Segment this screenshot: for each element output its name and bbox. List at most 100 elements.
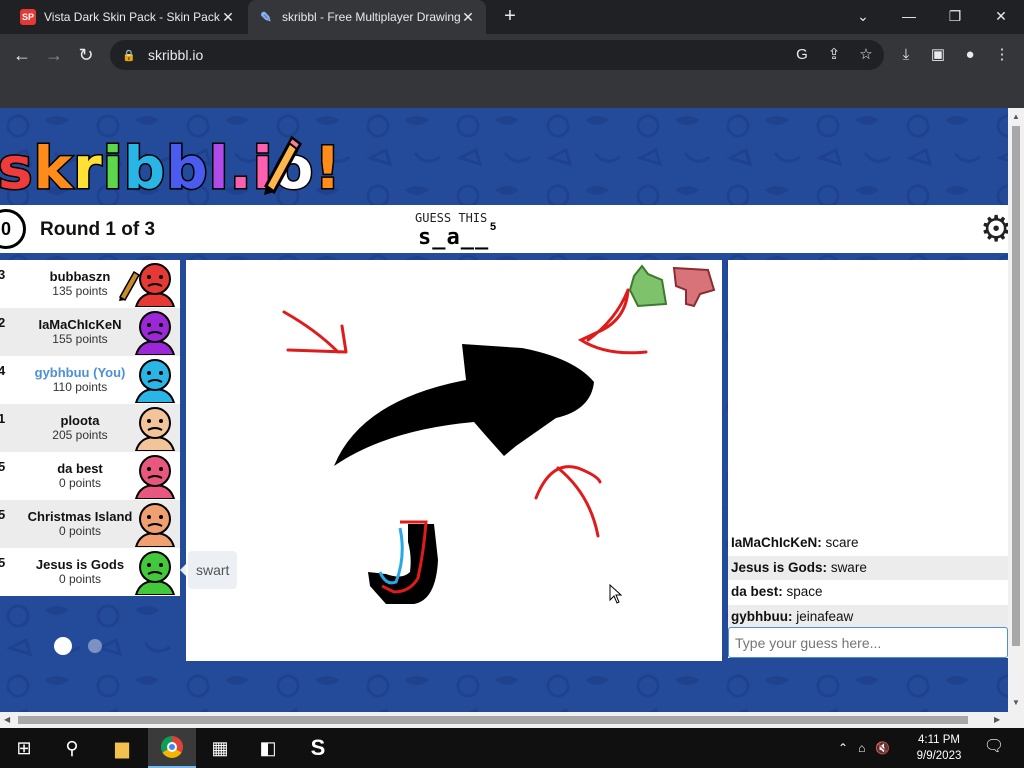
search-icon[interactable]: ⚲ — [48, 728, 96, 768]
player-rank: 5 — [0, 459, 6, 474]
chat-author: Jesus is Gods: — [731, 559, 828, 575]
last-guess-bubble: swart — [179, 551, 238, 589]
player-points: 155 points — [52, 332, 108, 346]
horizontal-scrollbar[interactable]: ◀ ▶ — [0, 712, 1024, 728]
chat-message: IaMaChIcKeN: scare — [728, 531, 1008, 555]
timer-clock-icon: 0 — [0, 209, 26, 249]
app-icon[interactable]: ◧ — [244, 728, 292, 768]
player-list: 3 bubbaszn 135 points 2 IaMaChIcKeN 155 poin… — [0, 260, 180, 596]
player-row[interactable]: 4 gybhbuu (You) 110 points — [0, 356, 180, 404]
player-name: IaMaChIcKeN — [38, 317, 122, 332]
notifications-icon[interactable]: 🗨 — [982, 736, 1006, 760]
url-text: skribbl.io — [148, 47, 204, 63]
player-avatar — [134, 503, 176, 547]
settings-gear-icon[interactable]: ⚙ — [980, 209, 1008, 249]
guess-input[interactable] — [728, 627, 1008, 658]
word-length: 5 — [490, 221, 497, 233]
control-panel-icon[interactable]: ▦ — [196, 728, 244, 768]
thumbs-down-icon — [672, 266, 716, 308]
side-panel-icon[interactable]: ▣ — [928, 45, 948, 65]
chat-author: IaMaChIcKeN: — [731, 535, 822, 550]
chat-author: da best: — [731, 584, 783, 600]
chat-text: sware — [830, 559, 867, 575]
player-rank: 5 — [0, 507, 6, 522]
new-tab-button[interactable]: + — [500, 6, 520, 26]
page-dot-active[interactable] — [54, 637, 72, 655]
tab-search-icon[interactable]: ⌄ — [840, 0, 886, 32]
back-icon[interactable]: ← — [10, 43, 34, 67]
browser-toolbar: ← → ↻ 🔒 skribbl.io G ⇪ ☆ ⤓ ▣ ● ⋮ — [0, 34, 1024, 76]
skin-pack-app-icon[interactable]: S — [294, 728, 342, 768]
player-avatar — [134, 455, 176, 499]
player-rank: 1 — [0, 411, 6, 426]
share-icon[interactable]: ⇪ — [824, 45, 844, 65]
scroll-down-icon[interactable]: ▼ — [1012, 698, 1020, 707]
taskbar-clock[interactable]: 4:11 PM 9/9/2023 — [910, 732, 968, 764]
chat-message: Jesus is Gods: sware — [728, 555, 1008, 580]
network-icon[interactable]: ⌂ — [858, 741, 865, 755]
minimize-button[interactable]: — — [886, 0, 932, 32]
close-tab-icon[interactable]: ✕ — [460, 9, 476, 26]
skribbl-favicon-icon: ✎ — [260, 8, 272, 25]
player-name: ploota — [60, 413, 100, 428]
show-hidden-icons-icon[interactable]: ⌃ — [838, 741, 848, 755]
player-row[interactable]: 1 ploota 205 points — [0, 404, 180, 452]
chat-message: da best: space — [728, 580, 1008, 604]
player-rank: 3 — [0, 267, 6, 282]
game-header-bar: 0 Round 1 of 3 GUESS THIS s_a__ 5 ⚙ — [0, 205, 1008, 253]
tab-skribbl[interactable]: ✎ skribbl - Free Multiplayer Drawing ✕ — [248, 0, 486, 34]
reload-icon[interactable]: ↻ — [74, 43, 98, 67]
player-avatar — [134, 551, 176, 595]
address-bar[interactable]: 🔒 skribbl.io — [110, 40, 884, 70]
player-row[interactable]: 5 Christmas Island 0 points — [0, 500, 180, 548]
thumbs-up-icon — [628, 264, 668, 308]
lock-icon: 🔒 — [122, 49, 136, 62]
scroll-right-icon[interactable]: ▶ — [994, 715, 1000, 724]
player-points: 0 points — [58, 572, 102, 586]
menu-icon[interactable]: ⋮ — [992, 45, 1012, 65]
profile-icon[interactable]: ● — [960, 45, 980, 65]
chrome-icon[interactable] — [148, 728, 196, 768]
page-dot[interactable] — [88, 639, 102, 653]
player-row[interactable]: 5 da best 0 points — [0, 452, 180, 500]
vertical-scrollbar[interactable]: ▲ ▼ — [1008, 108, 1024, 712]
vertical-scroll-thumb[interactable] — [1012, 126, 1020, 646]
scroll-left-icon[interactable]: ◀ — [4, 715, 10, 724]
volume-muted-icon[interactable]: 🔇 — [875, 741, 890, 755]
chat-text: jeinafeaw — [796, 608, 854, 624]
google-icon[interactable]: G — [792, 45, 812, 65]
tab-title: skribbl - Free Multiplayer Drawing — [282, 10, 460, 24]
forward-icon[interactable]: → — [42, 43, 66, 67]
download-icon[interactable]: ⤓ — [896, 45, 916, 65]
horizontal-scroll-thumb[interactable] — [18, 716, 968, 724]
player-points: 0 points — [58, 524, 102, 538]
round-indicator: Round 1 of 3 — [40, 219, 156, 240]
close-window-button[interactable]: ✕ — [978, 0, 1024, 32]
bookmarks-bar — [0, 76, 1024, 108]
chat-panel: IaMaChIcKeN: scare Jesus is Gods: sware da… — [728, 260, 1008, 658]
player-row[interactable]: 2 IaMaChIcKeN 155 points — [0, 308, 180, 356]
drawing-pencil-icon — [118, 270, 140, 302]
bookmark-star-icon[interactable]: ☆ — [856, 45, 876, 65]
chat-text: scare — [825, 535, 859, 550]
player-avatar — [134, 311, 176, 355]
windows-taskbar: ⊞ ⚲ ▆ ▦ ◧ S ⌃ ⌂ 🔇 4:11 PM 9/9/2023 🗨 — [0, 728, 1024, 768]
skinpack-favicon-icon: SP — [20, 9, 36, 25]
restore-button[interactable]: ❐ — [932, 0, 978, 32]
tab-title: Vista Dark Skin Pack - Skin Pack fo — [44, 10, 220, 24]
player-name: Jesus is Gods — [35, 557, 125, 572]
player-row[interactable]: 5 Jesus is Gods 0 points — [0, 548, 180, 596]
skribbl-page: skribbl.io! 0 Round 1 of 3 GUESS THIS s_… — [0, 108, 1008, 712]
scroll-up-icon[interactable]: ▲ — [1012, 112, 1020, 121]
taskbar-date: 9/9/2023 — [916, 750, 962, 762]
player-name: Christmas Island — [27, 509, 133, 524]
close-tab-icon[interactable]: ✕ — [220, 9, 236, 26]
mouse-cursor-icon — [609, 584, 623, 604]
tab-vista-skin-pack[interactable]: SP Vista Dark Skin Pack - Skin Pack fo ✕ — [10, 0, 246, 34]
drawing-canvas[interactable] — [186, 260, 722, 661]
player-row[interactable]: 3 bubbaszn 135 points — [0, 260, 180, 308]
browser-tab-strip: SP Vista Dark Skin Pack - Skin Pack fo ✕… — [0, 0, 1024, 34]
file-explorer-icon[interactable]: ▆ — [98, 728, 146, 768]
player-points: 110 points — [52, 380, 108, 394]
windows-start-icon[interactable]: ⊞ — [0, 728, 48, 768]
